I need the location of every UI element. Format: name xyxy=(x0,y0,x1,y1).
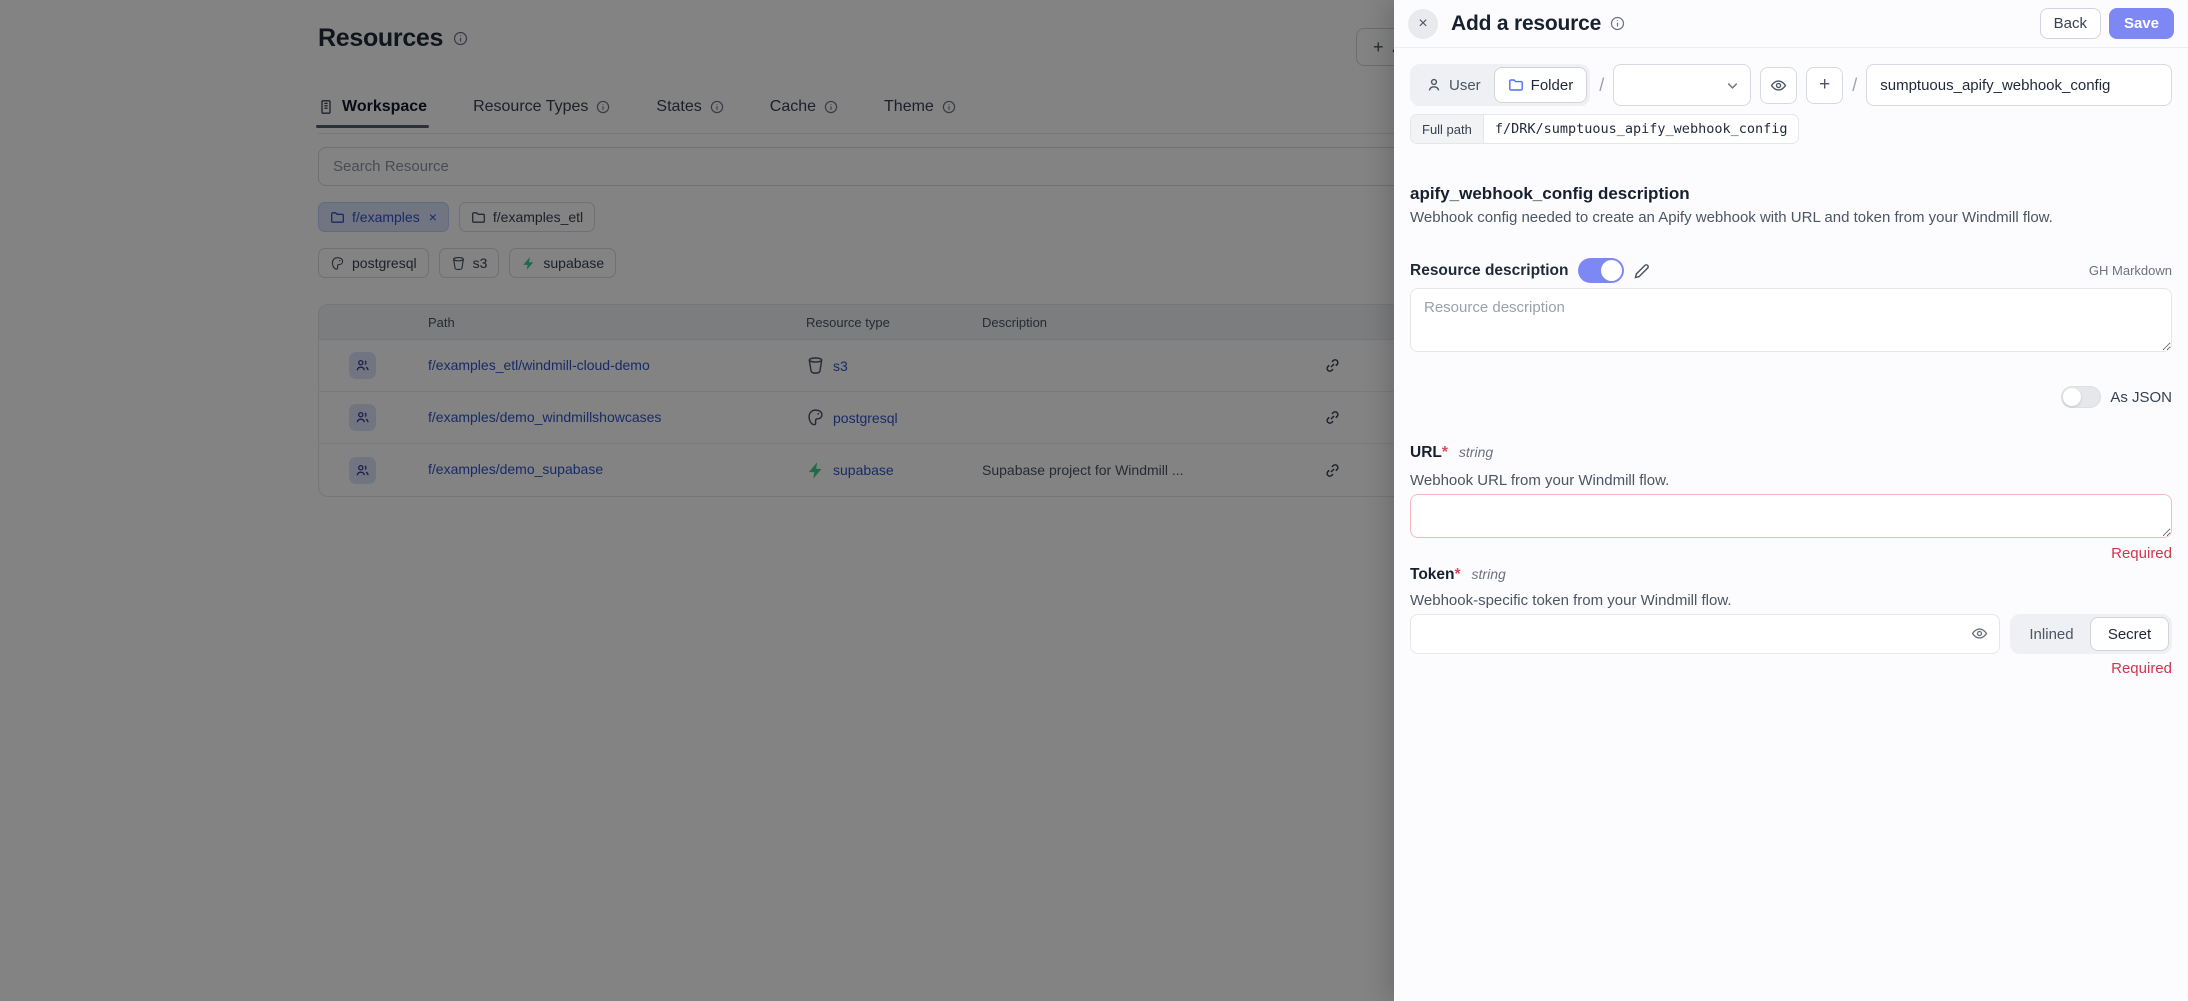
plus-icon: + xyxy=(1819,74,1830,96)
eye-icon[interactable] xyxy=(1971,625,1988,642)
drawer-title: Add a resource xyxy=(1451,12,1601,36)
folder-select[interactable] xyxy=(1613,64,1751,106)
owner-kind-toggle: User Folder xyxy=(1410,64,1590,106)
as-json-label: As JSON xyxy=(2110,389,2172,406)
schema-description: Webhook config needed to create an Apify… xyxy=(1410,209,2172,226)
full-path-row: Full path f/DRK/sumptuous_apify_webhook_… xyxy=(1410,114,1799,144)
resource-name-input[interactable] xyxy=(1866,64,2172,106)
path-separator: / xyxy=(1599,75,1604,96)
save-button[interactable]: Save xyxy=(2109,8,2174,39)
path-separator: / xyxy=(1852,75,1857,96)
url-field-label-row: URL* string xyxy=(1410,444,1493,462)
schema-heading: apify_webhook_config description xyxy=(1410,184,1690,204)
resource-description-textarea[interactable] xyxy=(1410,288,2172,352)
token-inlined-option[interactable]: Inlined xyxy=(2013,617,2090,651)
resource-description-label: Resource description xyxy=(1410,262,1569,280)
token-input-wrap xyxy=(1410,614,2000,654)
gh-markdown-hint: GH Markdown xyxy=(2089,263,2172,278)
url-field-description: Webhook URL from your Windmill flow. xyxy=(1410,472,2172,489)
url-input[interactable] xyxy=(1410,494,2172,538)
add-folder-button[interactable]: + xyxy=(1806,67,1843,104)
token-required-label: Required xyxy=(2111,660,2172,677)
full-path-value: f/DRK/sumptuous_apify_webhook_config xyxy=(1484,115,1799,143)
field-name: Token* xyxy=(1410,566,1461,584)
info-icon[interactable] xyxy=(1610,16,1625,31)
screen: Resources + Add resource Workspace Resou… xyxy=(0,0,2188,1001)
drawer-header: × Add a resource Back Save xyxy=(1394,0,2188,48)
as-json-row: As JSON xyxy=(2061,386,2172,408)
owner-folder-option[interactable]: Folder xyxy=(1494,67,1588,103)
token-secret-label: Secret xyxy=(2108,626,2151,643)
folder-icon xyxy=(1508,77,1524,93)
path-picker-row: User Folder / xyxy=(1410,64,2172,106)
user-icon xyxy=(1426,77,1442,93)
resource-description-row: Resource description GH Markdown xyxy=(1410,258,2172,283)
token-field-label-row: Token* string xyxy=(1410,566,1506,584)
token-mode-toggle: Inlined Secret xyxy=(2010,614,2172,654)
owner-user-option[interactable]: User xyxy=(1413,67,1494,103)
full-path-label: Full path xyxy=(1411,115,1484,143)
drawer-body: User Folder / xyxy=(1394,48,2188,1001)
pencil-icon[interactable] xyxy=(1633,262,1651,280)
owner-user-label: User xyxy=(1449,77,1481,94)
required-asterisk: * xyxy=(1442,444,1448,461)
required-asterisk: * xyxy=(1455,566,1461,583)
token-inlined-label: Inlined xyxy=(2029,626,2073,643)
url-required-label: Required xyxy=(2111,545,2172,562)
field-type: string xyxy=(1459,444,1493,460)
eye-icon xyxy=(1770,77,1787,94)
add-resource-drawer: × Add a resource Back Save User xyxy=(1394,0,2188,1001)
as-json-toggle[interactable] xyxy=(2061,386,2101,408)
field-type: string xyxy=(1472,566,1506,582)
close-icon[interactable]: × xyxy=(1408,9,1438,39)
chevron-down-icon xyxy=(1725,78,1740,93)
field-name: URL* xyxy=(1410,444,1448,462)
token-input[interactable] xyxy=(1410,614,2000,654)
token-secret-option[interactable]: Secret xyxy=(2090,617,2169,651)
back-button[interactable]: Back xyxy=(2040,8,2101,39)
token-input-row: Inlined Secret xyxy=(1410,614,2172,654)
token-field-description: Webhook-specific token from your Windmil… xyxy=(1410,592,2172,609)
description-toggle[interactable] xyxy=(1578,258,1624,283)
view-folder-button[interactable] xyxy=(1760,67,1797,104)
owner-folder-label: Folder xyxy=(1531,77,1574,94)
